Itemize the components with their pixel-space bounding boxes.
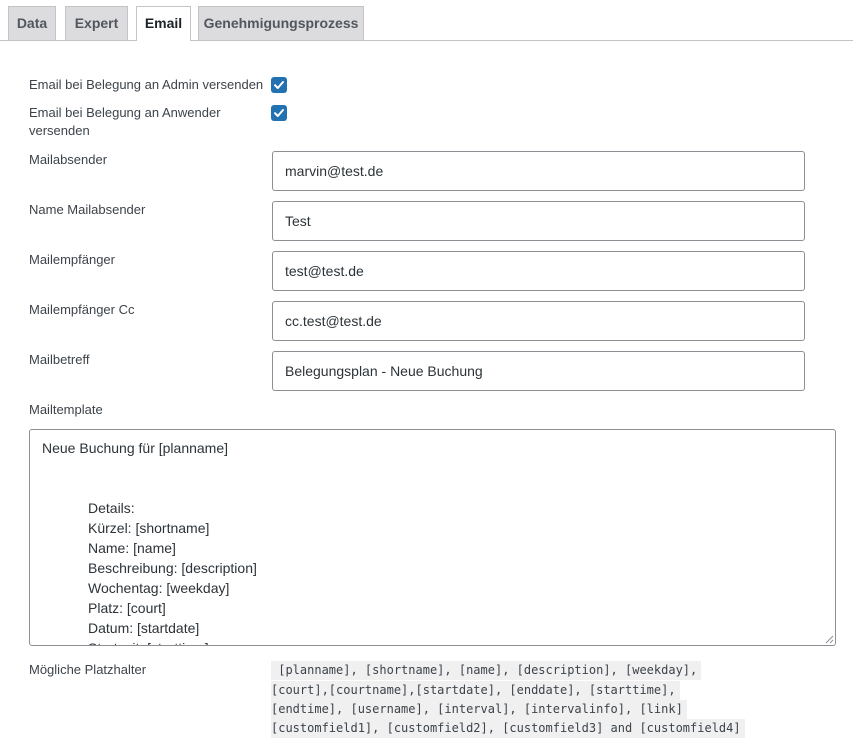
template-textarea[interactable]: Neue Buchung für [planname] Details: Kür…: [29, 429, 836, 646]
admin-email-label: Email bei Belegung an Admin versenden: [29, 77, 264, 92]
template-line: Startzeit: [starttime]: [88, 638, 209, 645]
tab-bar-divider: [0, 40, 853, 41]
subject-label: Mailbetreff: [29, 352, 90, 367]
template-line: Kürzel: [shortname]: [88, 520, 210, 536]
template-label: Mailtemplate: [29, 402, 103, 417]
template-line: Details:: [88, 500, 135, 516]
subject-input[interactable]: Belegungsplan - Neue Buchung: [272, 351, 805, 391]
placeholders-label: Mögliche Platzhalter: [29, 662, 147, 677]
sender-input[interactable]: marvin@test.de: [272, 151, 805, 191]
user-email-checkbox[interactable]: [271, 105, 287, 121]
sender-name-label: Name Mailabsender: [29, 202, 146, 217]
placeholder-code-line: [court],[courtname],[startdate], [enddat…: [271, 681, 680, 700]
recipient-cc-label: Mailempfänger Cc: [29, 302, 135, 317]
user-email-label-line2: versenden: [29, 123, 90, 138]
tab-data[interactable]: Data: [8, 6, 56, 40]
template-line: Datum: [startdate]: [88, 620, 200, 636]
template-line: Neue Buchung für [planname]: [42, 440, 229, 456]
template-line: Platz: [court]: [88, 600, 166, 616]
recipient-cc-input[interactable]: cc.test@test.de: [272, 301, 805, 341]
tab-expert[interactable]: Expert: [65, 6, 128, 40]
placeholder-code-line: [planname], [shortname], [name], [descri…: [271, 661, 702, 680]
template-line: Wochentag: [weekday]: [88, 580, 230, 596]
tab-bar: Data Expert Email Genehmigungsprozess: [0, 0, 853, 41]
checkmark-icon: [274, 109, 284, 117]
template-line: Name: [name]: [88, 540, 176, 556]
tab-email[interactable]: Email: [136, 6, 191, 41]
tab-genehmigungsprozess[interactable]: Genehmigungsprozess: [198, 6, 364, 40]
recipient-input[interactable]: test@test.de: [272, 251, 805, 291]
checkmark-icon: [274, 81, 284, 89]
admin-email-checkbox[interactable]: [271, 77, 287, 93]
recipient-label: Mailempfänger: [29, 252, 115, 267]
template-line: Beschreibung: [description]: [88, 560, 257, 576]
user-email-label: Email bei Belegung an Anwender versenden: [29, 104, 221, 140]
sender-label: Mailabsender: [29, 152, 108, 167]
sender-name-input[interactable]: Test: [272, 201, 805, 241]
resize-handle-icon[interactable]: [825, 635, 834, 644]
user-email-label-line1: Email bei Belegung an Anwender: [29, 105, 221, 120]
placeholder-code-line: [customfield1], [customfield2], [customf…: [271, 719, 745, 738]
placeholder-code-line: [endtime], [username], [interval], [inte…: [271, 700, 687, 719]
